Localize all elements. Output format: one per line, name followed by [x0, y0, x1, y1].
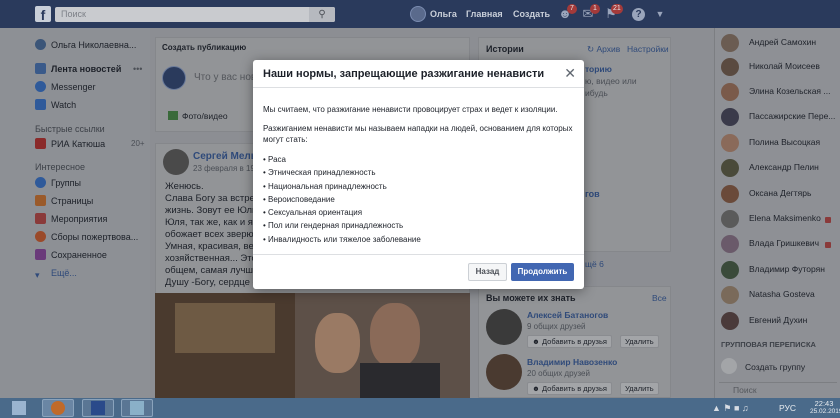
firefox-icon — [51, 401, 65, 415]
list-item: • Сексуальная ориентация — [263, 208, 363, 218]
dialog-body: Мы считаем, что разжигание ненависти про… — [263, 104, 575, 246]
word-taskbar-button[interactable] — [82, 399, 114, 417]
clock[interactable]: 22:43 25.02.2019 — [810, 399, 840, 415]
clock-time: 22:43 — [814, 399, 834, 408]
app-taskbar-button[interactable] — [121, 399, 153, 417]
list-item: • Этническая принадлежность — [263, 168, 376, 178]
protected-characteristics-list: • Раса • Этническая принадлежность • Нац… — [263, 153, 575, 246]
app-icon — [130, 401, 144, 415]
tray-icons[interactable]: ▲ ⚑ ■ ♫ — [712, 403, 749, 414]
dialog-paragraph: Мы считаем, что разжигание ненависти про… — [263, 105, 558, 114]
language-indicator[interactable]: РУС — [779, 403, 796, 413]
dialog-paragraph: Разжиганием ненависти мы называем нападк… — [263, 124, 573, 144]
list-item: • Инвалидность или тяжелое заболевание — [263, 234, 421, 244]
windows-logo-icon — [12, 401, 26, 415]
list-item: • Вероисповедание — [263, 194, 335, 204]
windows-start-button[interactable] — [4, 399, 36, 417]
hate-speech-policy-dialog: Наши нормы, запрещающие разжигание ненав… — [253, 60, 584, 289]
dialog-footer: Назад Продолжить — [253, 254, 584, 289]
continue-button[interactable]: Продолжить — [511, 263, 574, 281]
windows-taskbar: ▲ ⚑ ■ ♫ РУС 22:43 25.02.2019 — [0, 398, 840, 418]
firefox-taskbar-button[interactable] — [42, 399, 74, 417]
dialog-header: Наши нормы, запрещающие разжигание ненав… — [253, 60, 584, 88]
word-icon — [91, 401, 105, 415]
list-item: • Национальная принадлежность — [263, 181, 387, 191]
back-button[interactable]: Назад — [468, 263, 507, 281]
list-item: • Пол или гендерная принадлежность — [263, 221, 404, 231]
list-item: • Раса — [263, 155, 286, 164]
close-icon[interactable]: ✕ — [564, 65, 576, 82]
clock-date: 25.02.2019 — [810, 408, 840, 415]
dialog-title: Наши нормы, запрещающие разжигание ненав… — [263, 68, 545, 80]
